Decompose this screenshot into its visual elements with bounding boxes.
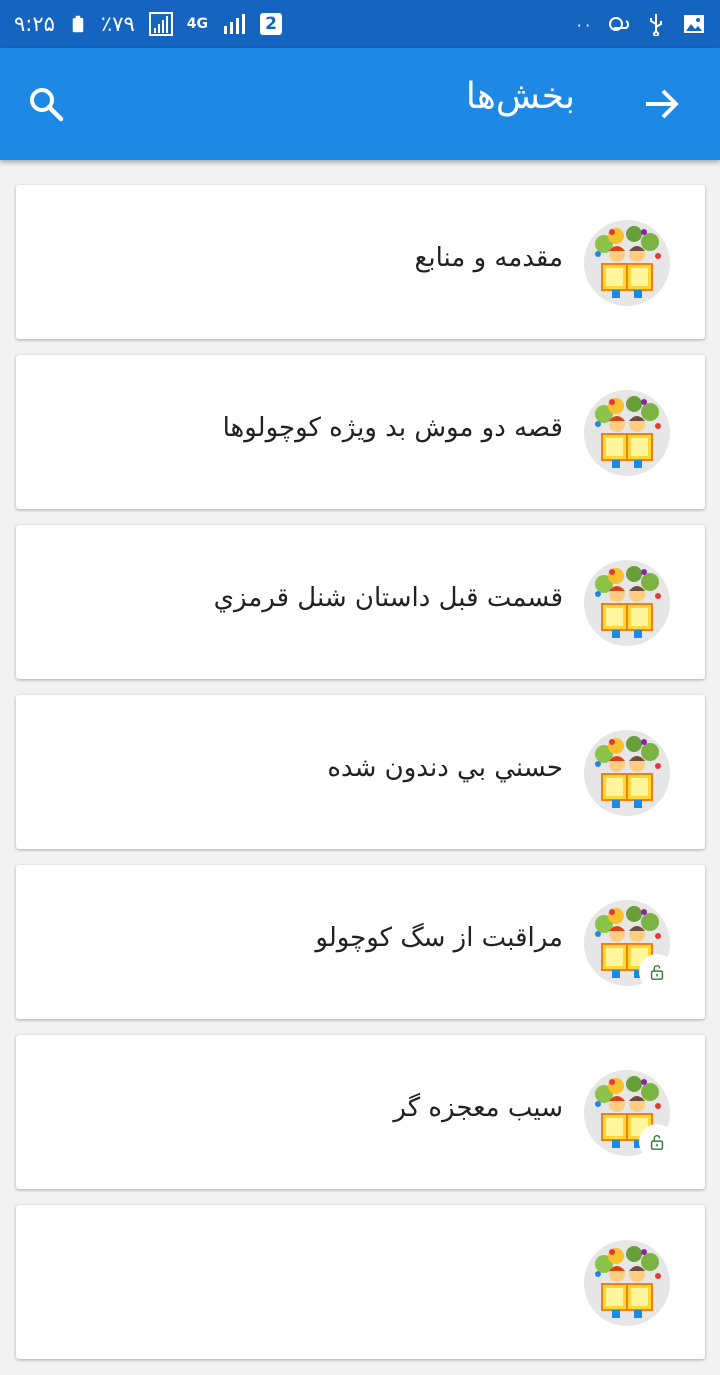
children-reading-book-icon [584, 1240, 670, 1326]
list-item[interactable]: مقدمه و منابع [16, 185, 705, 339]
list-item-title: قسمت قبل داستان شنل قرمزي [213, 583, 563, 613]
status-bar: ۹:۲۵ ٪۷۹ 4G 2 ۰۰ [0, 0, 720, 48]
battery-icon [72, 15, 84, 33]
list-item[interactable]: قصه دو موش بد ويژه کوچولوها [16, 355, 705, 509]
weather-icon [609, 17, 630, 31]
app-bar: بخش‌ها [0, 48, 720, 160]
status-bar-left: ۹:۲۵ ٪۷۹ 4G 2 [14, 12, 282, 36]
list-item-title: سیب معجزه گر [393, 1093, 563, 1123]
arrow-forward-icon[interactable] [642, 84, 682, 124]
children-reading-book-icon [584, 560, 670, 646]
status-bar-right: ۰۰ [575, 12, 706, 36]
unlock-icon [639, 1124, 675, 1160]
children-reading-book-icon [584, 730, 670, 816]
signal-icon [148, 12, 173, 36]
list-item-title: مراقبت از سگ کوچولو [315, 923, 563, 953]
search-icon[interactable] [26, 84, 66, 124]
list-item[interactable] [16, 1205, 705, 1359]
list-item[interactable]: قسمت قبل داستان شنل قرمزي [16, 525, 705, 679]
page-title: بخش‌ها [465, 76, 575, 117]
children-reading-book-icon [584, 220, 670, 306]
network-type: 4G [186, 16, 208, 32]
status-battery-percent: ٪۷۹ [100, 12, 135, 36]
list-item[interactable]: حسني بي دندون شده [16, 695, 705, 849]
list-item[interactable]: سیب معجزه گر [16, 1035, 705, 1189]
sections-list: مقدمه و منابع قصه دو موش بد ويژه کوچولوها… [16, 185, 705, 1375]
children-reading-book-icon [584, 390, 670, 476]
data-indicator: ۰۰ [574, 14, 592, 34]
list-item-title: مقدمه و منابع [414, 243, 563, 273]
signal-bars-icon [224, 14, 245, 34]
status-time: ۹:۲۵ [14, 12, 55, 36]
usb-icon [650, 14, 662, 36]
list-item[interactable]: مراقبت از سگ کوچولو [16, 865, 705, 1019]
image-icon [684, 15, 704, 33]
list-item-title: قصه دو موش بد ويژه کوچولوها [222, 413, 563, 443]
list-item-title: حسني بي دندون شده [327, 753, 563, 783]
unlock-icon [639, 954, 675, 990]
sim-badge-icon: 2 [260, 13, 282, 35]
